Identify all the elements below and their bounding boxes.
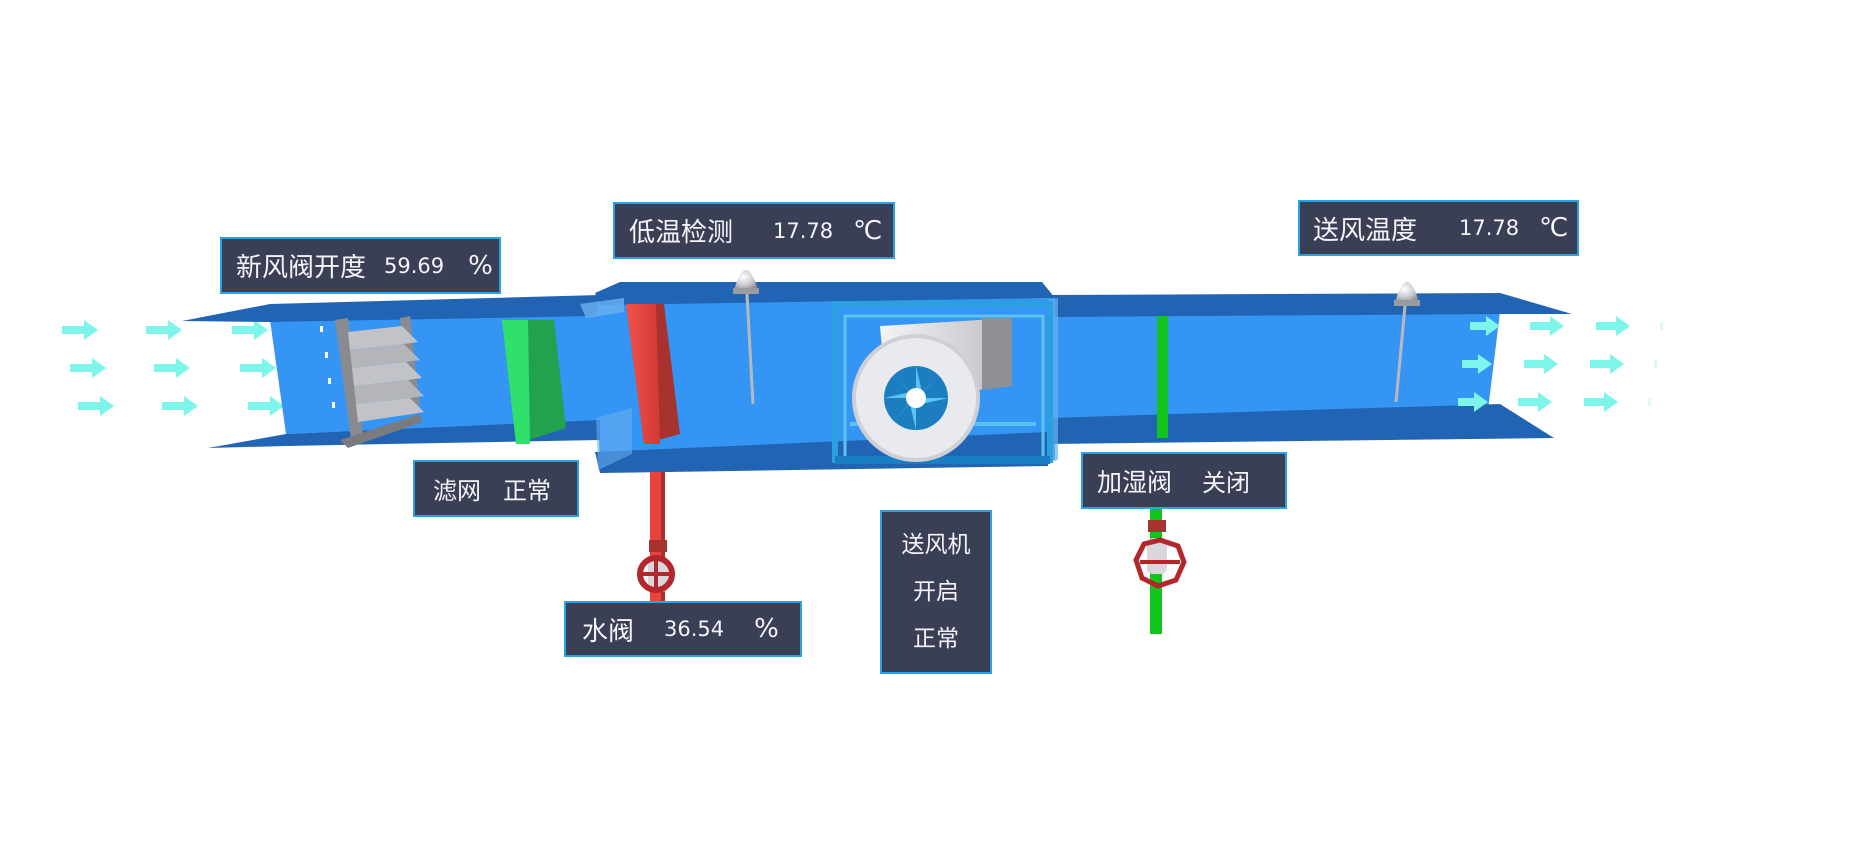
ahu-scene	[62, 270, 1663, 634]
fresh-damper-unit: %	[468, 250, 493, 281]
airflow-arrow-icon	[1596, 316, 1630, 336]
fresh-damper-value: 59.69	[384, 253, 445, 278]
airflow-arrow-icon	[1584, 392, 1618, 412]
supply-fan-fault-state: 正常	[913, 625, 959, 652]
low-temp-value: 17.78	[773, 218, 834, 243]
fresh-damper-panel: 新风阀开度 59.69 %	[220, 237, 501, 294]
airflow-arrow-icon	[1590, 354, 1624, 374]
water-valve-label: 水阀	[582, 616, 635, 647]
airflow-arrow-icon	[1518, 392, 1552, 412]
supply-temp-value: 17.78	[1459, 216, 1520, 240]
humidifier-valve-status: 关闭	[1202, 469, 1251, 497]
supply-fan-label: 送风机	[901, 531, 971, 558]
low-temp-label: 低温检测	[629, 218, 734, 248]
filter-panel: 滤网 正常	[413, 460, 579, 517]
water-valve-value: 36.54	[664, 617, 725, 641]
filter-status: 正常	[503, 477, 551, 505]
airflow-arrow-icon	[78, 396, 114, 416]
humidifier-valve-label: 加湿阀	[1097, 467, 1173, 497]
water-valve-assembly	[637, 472, 675, 602]
supply-temp-label: 送风温度	[1313, 215, 1418, 246]
low-temp-unit: ℃	[853, 215, 883, 246]
airflow-arrow-icon	[1524, 354, 1558, 374]
fan-impeller	[884, 366, 948, 430]
water-valve-panel: 水阀 36.54 %	[564, 601, 802, 657]
airflow-arrow-icon	[232, 320, 268, 340]
filter-label: 滤网	[433, 477, 481, 505]
airflow-arrow-icon	[154, 358, 190, 378]
airflow-arrow-icon	[240, 358, 276, 378]
airflow-arrow-icon	[146, 320, 182, 340]
supply-temp-unit: ℃	[1539, 213, 1569, 243]
airflow-arrow-icon	[62, 320, 98, 340]
water-valve-unit: %	[754, 614, 779, 644]
ahu-diagram: 新风阀开度 59.69 % 低温检测 17.78 ℃ 送风温度 17.78 ℃ …	[0, 0, 1873, 863]
temperature-probe-icon	[1394, 282, 1420, 306]
humidifier-valve-panel: 加湿阀 关闭	[1081, 452, 1287, 509]
fresh-damper-label: 新风阀开度	[236, 253, 367, 283]
airflow-arrow-icon	[248, 396, 284, 416]
supply-temp-panel: 送风温度 17.78 ℃	[1298, 200, 1579, 256]
inlet-airflow	[62, 320, 284, 416]
airflow-arrow-icon	[162, 396, 198, 416]
supply-fan-panel: 送风机 开启 正常	[880, 510, 992, 674]
low-temp-panel: 低温检测 17.78 ℃	[613, 202, 895, 259]
temperature-probe-icon	[733, 270, 759, 294]
gate-valve-icon	[637, 540, 675, 593]
airflow-arrow-icon	[70, 358, 106, 378]
airflow-arrow-icon	[1530, 316, 1564, 336]
supply-fan-run-state: 开启	[913, 578, 959, 605]
